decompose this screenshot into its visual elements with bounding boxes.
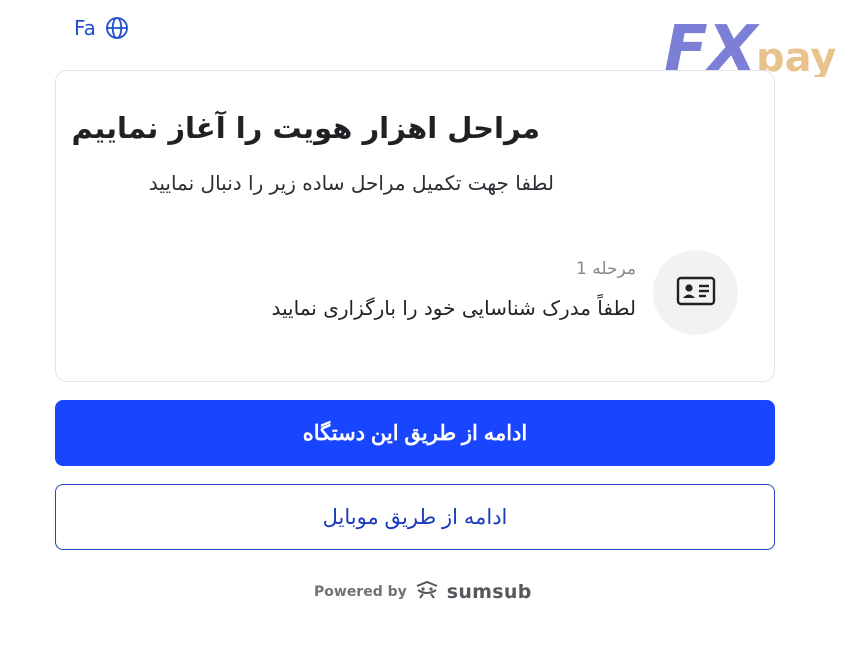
step-number-label: مرحله 1 <box>576 259 636 279</box>
powered-by-label: Powered by <box>314 584 407 600</box>
sumsub-logo-icon <box>414 580 440 604</box>
continue-this-device-button[interactable]: ادامه از طریق این دستگاه <box>55 400 775 466</box>
id-card-icon <box>676 276 716 310</box>
language-label: Fa <box>74 16 96 40</box>
step-description: لطفاً مدرک شناسایی خود را بارگزاری نمایی… <box>271 296 636 320</box>
globe-icon <box>105 16 129 40</box>
verification-card: مراحل اهزار هویت را آغاز نماییم لطفا جهت… <box>55 70 775 382</box>
step-icon-circle <box>653 250 738 335</box>
logo-text-fx: FX <box>664 13 760 77</box>
fxpay-logo: FX pay <box>664 13 836 87</box>
sumsub-brand: sumsub <box>446 581 532 603</box>
card-title: مراحل اهزار هویت را آغاز نماییم <box>71 111 540 145</box>
verification-page: Fa FX pay مراحل اهزار هویت را آغاز نمایی… <box>0 0 848 658</box>
card-subtitle: لطفا جهت تکمیل مراحل ساده زیر را دنبال ن… <box>148 171 554 195</box>
language-switcher[interactable]: Fa <box>74 14 129 42</box>
continue-mobile-button[interactable]: ادامه از طریق موبایل <box>55 484 775 550</box>
powered-by-footer[interactable]: Powered by sumsub <box>314 578 532 606</box>
